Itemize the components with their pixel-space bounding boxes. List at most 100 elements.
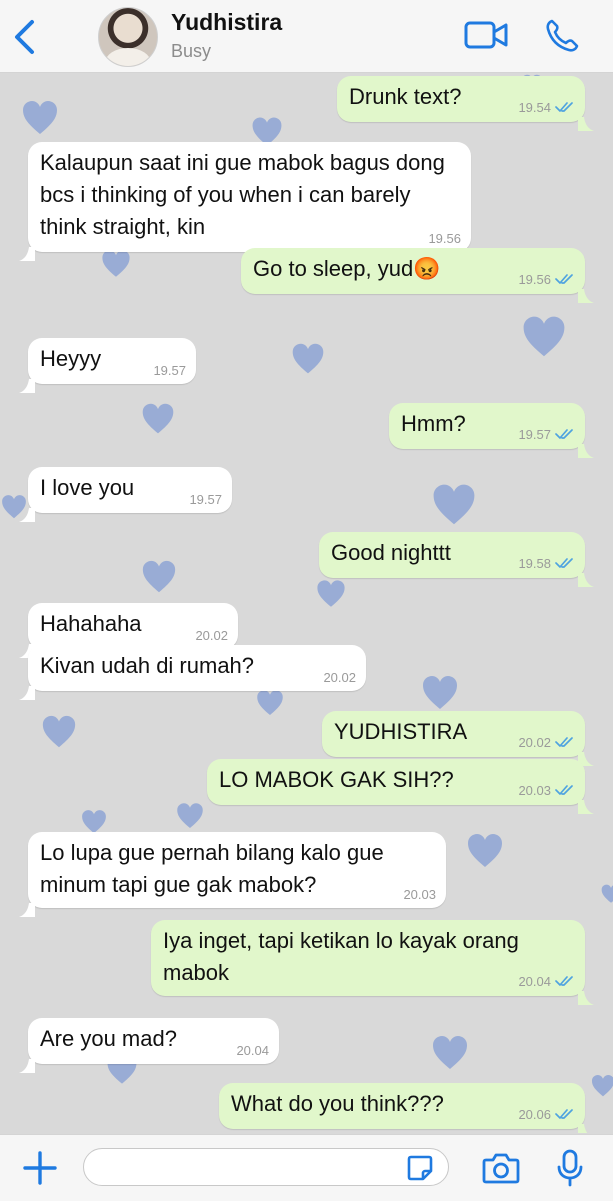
double-check-icon bbox=[555, 557, 575, 572]
message-text: Lo lupa gue pernah bilang kalo gue minum… bbox=[40, 840, 390, 897]
double-check-icon bbox=[555, 428, 575, 443]
message-time: 20.02 bbox=[195, 628, 228, 643]
video-call-button[interactable] bbox=[464, 20, 508, 55]
outgoing-message[interactable]: LO MABOK GAK SIH?? 20.03 bbox=[207, 759, 594, 814]
bubble-tail bbox=[578, 1115, 594, 1133]
video-camera-icon bbox=[464, 21, 508, 49]
sticker-icon bbox=[407, 1155, 433, 1181]
plus-icon bbox=[23, 1151, 57, 1185]
message-time: 19.57 bbox=[518, 426, 551, 442]
phone-icon bbox=[546, 19, 579, 52]
message-meta: 19.57 bbox=[189, 493, 222, 507]
bubble-tail bbox=[19, 238, 35, 261]
bubble-tail bbox=[578, 743, 594, 766]
double-check-icon bbox=[555, 736, 575, 751]
chevron-left-icon bbox=[15, 20, 34, 54]
bubble-tail bbox=[19, 894, 35, 917]
message-meta: 20.06 bbox=[518, 1106, 575, 1123]
message-time: 20.04 bbox=[236, 1043, 269, 1058]
heart-doodle bbox=[255, 688, 285, 723]
contact-avatar[interactable] bbox=[98, 7, 158, 67]
message-time: 19.57 bbox=[189, 492, 222, 507]
contact-name[interactable]: Yudhistira bbox=[171, 9, 282, 36]
attach-button[interactable] bbox=[22, 1150, 58, 1191]
incoming-message[interactable]: Heyyy 19.57 bbox=[19, 338, 196, 393]
bubble-tail bbox=[578, 280, 594, 303]
message-time: 20.02 bbox=[518, 734, 551, 750]
bubble-tail bbox=[19, 499, 35, 522]
message-text: Kivan udah di rumah? bbox=[40, 653, 255, 678]
bubble-tail bbox=[19, 370, 35, 393]
incoming-message[interactable]: Kivan udah di rumah? 20.02 bbox=[19, 645, 366, 700]
message-time: 20.06 bbox=[518, 1106, 551, 1122]
bubble-tail bbox=[578, 108, 594, 131]
outgoing-message[interactable]: Drunk text? 19.54 bbox=[337, 76, 594, 131]
composer-bar bbox=[0, 1134, 613, 1201]
heart-doodle bbox=[465, 831, 505, 876]
message-input[interactable] bbox=[83, 1148, 449, 1186]
incoming-message[interactable]: Kalaupun saat ini gue mabok bagus dong b… bbox=[19, 142, 471, 261]
message-time: 19.58 bbox=[518, 555, 551, 571]
heart-doodle bbox=[430, 481, 478, 534]
heart-doodle bbox=[20, 98, 60, 143]
outgoing-message[interactable]: Good nighttt 19.58 bbox=[319, 532, 594, 587]
microphone-button[interactable] bbox=[556, 1148, 584, 1193]
incoming-message[interactable]: Are you mad? 20.04 bbox=[19, 1018, 279, 1073]
message-meta: 19.57 bbox=[518, 426, 575, 443]
message-meta: 20.02 bbox=[323, 671, 356, 685]
contact-status: Busy bbox=[171, 41, 212, 61]
message-text: Kalaupun saat ini gue mabok bagus dong b… bbox=[40, 150, 451, 239]
outgoing-message[interactable]: Hmm? 19.57 bbox=[389, 403, 594, 458]
message-meta: 20.02 bbox=[518, 734, 575, 751]
message-meta: 19.54 bbox=[518, 99, 575, 116]
heart-doodle bbox=[40, 713, 78, 756]
sticker-button[interactable] bbox=[406, 1154, 434, 1187]
message-meta: 19.58 bbox=[518, 555, 575, 572]
heart-doodle bbox=[140, 558, 178, 601]
message-text: Are you mad? bbox=[40, 1026, 177, 1051]
outgoing-message[interactable]: YUDHISTIRA 20.02 bbox=[322, 711, 594, 766]
message-meta: 19.56 bbox=[428, 232, 461, 246]
message-meta: 20.02 bbox=[195, 629, 228, 643]
message-time: 20.02 bbox=[323, 670, 356, 685]
chat-area[interactable]: Drunk text? 19.54 Kalaupun saat ini gue ma… bbox=[0, 73, 613, 1133]
outgoing-message[interactable]: Iya inget, tapi ketikan lo kayak orang m… bbox=[151, 920, 594, 1005]
heart-doodle bbox=[175, 801, 205, 836]
double-check-icon bbox=[555, 273, 575, 288]
message-text: Iya inget, tapi ketikan lo kayak orang m… bbox=[163, 928, 526, 985]
heart-doodle bbox=[600, 883, 613, 910]
message-time: 19.56 bbox=[428, 231, 461, 246]
chat-header: Yudhistira Busy bbox=[0, 0, 613, 73]
heart-doodle bbox=[520, 313, 568, 366]
message-time: 20.03 bbox=[403, 887, 436, 902]
message-time: 19.54 bbox=[518, 99, 551, 115]
back-button[interactable] bbox=[10, 18, 40, 56]
heart-doodle bbox=[290, 341, 326, 382]
microphone-icon bbox=[557, 1149, 583, 1187]
double-check-icon bbox=[555, 784, 575, 799]
message-meta: 19.56 bbox=[518, 271, 575, 288]
camera-icon bbox=[482, 1153, 520, 1184]
incoming-message[interactable]: Hahahaha 20.02 bbox=[19, 603, 238, 658]
camera-button[interactable] bbox=[482, 1151, 520, 1190]
bubble-tail bbox=[19, 677, 35, 700]
message-time: 20.04 bbox=[518, 973, 551, 989]
outgoing-message[interactable]: Go to sleep, yud😡 19.56 bbox=[241, 248, 594, 303]
message-meta: 19.57 bbox=[153, 364, 186, 378]
bubble-tail bbox=[578, 435, 594, 458]
heart-doodle bbox=[590, 1073, 613, 1104]
heart-doodle bbox=[100, 248, 132, 285]
double-check-icon bbox=[555, 975, 575, 990]
message-meta: 20.04 bbox=[236, 1044, 269, 1058]
bubble-tail bbox=[578, 982, 594, 1005]
outgoing-message[interactable]: What do you think??? 20.06 bbox=[219, 1083, 588, 1133]
heart-doodle bbox=[140, 401, 176, 442]
incoming-message[interactable]: Lo lupa gue pernah bilang kalo gue minum… bbox=[19, 832, 446, 917]
message-time: 19.56 bbox=[518, 271, 551, 287]
incoming-message[interactable]: I love you 19.57 bbox=[19, 467, 232, 522]
double-check-icon bbox=[555, 1108, 575, 1123]
voice-call-button[interactable] bbox=[544, 18, 580, 59]
message-meta: 20.03 bbox=[403, 888, 436, 902]
message-time: 20.03 bbox=[518, 782, 551, 798]
bubble-tail bbox=[19, 1050, 35, 1073]
